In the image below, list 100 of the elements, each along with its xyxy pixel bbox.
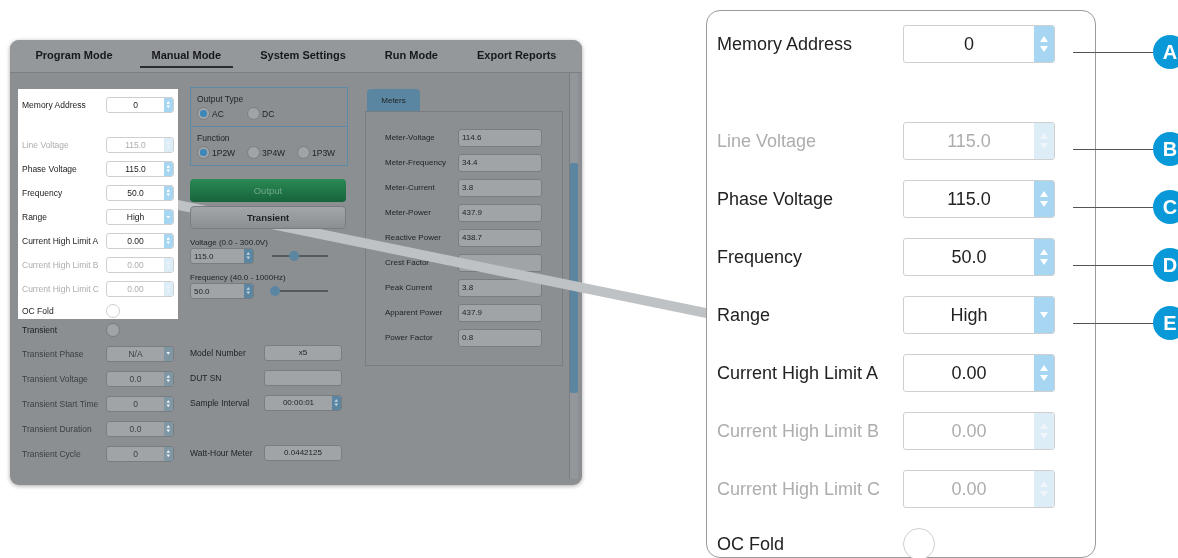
up-down-arrows-icon — [1039, 249, 1049, 265]
meter-label: Reactive Power — [385, 233, 443, 242]
spin-button[interactable] — [1034, 355, 1054, 391]
setting-label: Memory Address — [717, 33, 854, 55]
slider[interactable] — [272, 285, 328, 297]
number-field[interactable]: 0 — [903, 25, 1055, 63]
setting-label: Current High Limit A — [22, 236, 100, 246]
text-field[interactable]: 114.6 — [458, 128, 542, 147]
radio-button[interactable] — [197, 107, 210, 120]
control-label: Frequency (40.0 - 1000Hz) — [190, 273, 287, 282]
tab[interactable]: Program Mode — [23, 44, 125, 68]
slider-thumb[interactable] — [269, 286, 280, 296]
info-label: DUT SN — [190, 372, 223, 383]
scrollbar-thumb[interactable] — [570, 163, 578, 393]
spin-button[interactable] — [164, 98, 173, 112]
dropdown-field[interactable]: High — [903, 296, 1055, 334]
group-title: Output Type — [197, 94, 245, 104]
setting-label: Current High Limit A — [717, 362, 880, 384]
number-field[interactable]: 115.0 — [106, 161, 174, 177]
number-field[interactable]: 115.0 — [903, 180, 1055, 218]
info-label: Watt-Hour Meter — [190, 447, 254, 458]
text-field[interactable]: 0.8 — [458, 328, 542, 347]
up-down-arrows-icon — [334, 398, 339, 407]
up-down-arrows-icon — [1039, 365, 1049, 381]
spin-button[interactable] — [164, 234, 173, 248]
radio-button[interactable] — [297, 146, 310, 159]
text-field[interactable]: 3.8 — [458, 178, 542, 197]
spin-button[interactable] — [1034, 239, 1054, 275]
up-down-arrows-icon — [166, 449, 171, 458]
dropdown-button[interactable] — [164, 210, 173, 224]
up-down-arrows-icon — [1039, 36, 1049, 52]
meters-tab[interactable]: Meters — [367, 89, 420, 111]
radio-button[interactable] — [197, 146, 210, 159]
callout-marker: D — [1153, 248, 1178, 282]
group-title: Function — [197, 133, 231, 143]
meter-label: Power Factor — [385, 333, 434, 342]
scrollbar[interactable] — [569, 73, 578, 479]
text-field[interactable]: x5 — [264, 344, 342, 361]
meter-label: Meter-Current — [385, 183, 436, 192]
dropdown-button[interactable] — [1034, 297, 1054, 333]
info-label: Sample Interval — [190, 397, 251, 408]
tab[interactable]: Run Mode — [372, 44, 450, 68]
setting-label: Frequency — [22, 188, 64, 198]
number-field[interactable]: 0 — [106, 97, 174, 113]
slider-thumb[interactable] — [289, 251, 300, 261]
slider[interactable] — [272, 250, 328, 262]
spin-button[interactable] — [164, 162, 173, 176]
spin-button[interactable] — [164, 186, 173, 200]
tab[interactable]: Manual Mode — [139, 44, 234, 68]
setting-label: Range — [22, 212, 49, 222]
callout-marker: A — [1153, 35, 1178, 69]
text-field[interactable] — [264, 369, 342, 386]
setting-label: Transient — [22, 325, 59, 335]
meter-label: Peak Current — [385, 283, 434, 292]
up-down-arrows-icon — [166, 399, 171, 408]
radio-button[interactable] — [247, 107, 260, 120]
setting-label: OC Fold — [717, 533, 786, 555]
number-field[interactable]: 50.0 — [903, 238, 1055, 276]
setting-label: Transient Start Time — [22, 398, 100, 409]
text-field[interactable]: 0.0442125 — [264, 444, 342, 461]
number-field[interactable]: 0.00 — [903, 354, 1055, 392]
meter-label: Crest Factor — [385, 258, 430, 267]
setting-label: Transient Phase — [22, 348, 85, 359]
text-field[interactable]: 34.4 — [458, 153, 542, 172]
up-down-arrows-icon — [246, 287, 251, 295]
tab[interactable]: Export Reports — [465, 44, 569, 68]
text-field[interactable]: 3.8 — [458, 278, 542, 297]
callout-marker: B — [1153, 132, 1178, 166]
tab[interactable]: System Settings — [248, 44, 358, 68]
caret-down-icon — [1039, 312, 1049, 318]
number-field[interactable]: 0.00 — [106, 233, 174, 249]
spin-button[interactable] — [244, 284, 253, 298]
spin-button[interactable] — [332, 395, 341, 410]
setting-label: Phase Voltage — [22, 164, 78, 174]
number-field[interactable]: 00:00:01 — [264, 394, 342, 411]
callout-marker: E — [1153, 306, 1178, 340]
option-label: AC — [212, 108, 224, 119]
callout-marker: C — [1153, 190, 1178, 224]
option-label: 1P3W — [312, 147, 336, 158]
spin-button[interactable] — [244, 249, 253, 263]
setting-label: Memory Address — [22, 100, 87, 110]
text-field[interactable]: 437.9 — [458, 203, 542, 222]
info-label: Model Number — [190, 347, 247, 358]
radio-button[interactable] — [106, 323, 120, 337]
setting-label: Phase Voltage — [717, 188, 835, 210]
spin-button[interactable] — [1034, 26, 1054, 62]
number-field[interactable]: 115.0 — [190, 248, 254, 264]
radio-button[interactable] — [247, 146, 260, 159]
meter-label: Apparent Power — [385, 308, 444, 317]
number-field[interactable]: 50.0 — [190, 283, 254, 299]
number-field[interactable]: 50.0 — [106, 185, 174, 201]
spin-button[interactable] — [1034, 181, 1054, 217]
setting-label: Current High Limit C — [22, 284, 100, 294]
transient-button[interactable]: Transient — [190, 206, 346, 229]
setting-label: Frequency — [717, 246, 804, 268]
setting-label: Current High Limit C — [717, 478, 882, 500]
dropdown-field[interactable]: High — [106, 209, 174, 225]
text-field[interactable]: 438.7 — [458, 228, 542, 247]
text-field[interactable]: 437.9 — [458, 303, 542, 322]
option-label: 3P4W — [262, 147, 286, 158]
